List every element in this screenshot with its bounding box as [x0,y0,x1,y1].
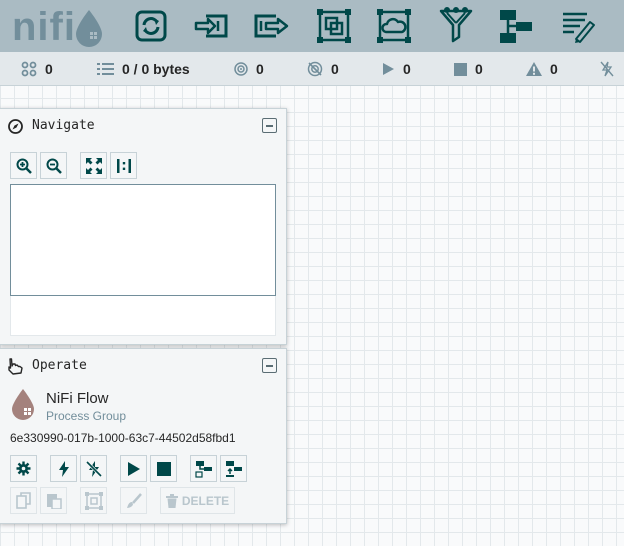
compass-icon [8,119,23,134]
transmitting-icon [234,62,248,76]
running-stat: 0 [382,52,411,86]
delete-button[interactable]: DELETE [160,487,235,514]
output-port-icon [254,14,289,38]
flow-status-bar: 0 0 / 0 bytes 0 0 0 0 0 [0,52,624,86]
component-type: Process Group [46,409,127,423]
funnel-icon [439,7,473,43]
operate-collapse-button[interactable] [262,358,277,373]
stop-icon [156,461,171,476]
enable-button[interactable] [50,455,77,482]
active-threads-icon [21,61,37,77]
zoom-out-button[interactable] [40,152,67,179]
transmitting-count: 0 [256,61,264,77]
start-button[interactable] [120,455,147,482]
group-button[interactable] [80,487,107,514]
zoom-out-icon [46,158,62,174]
navigate-title: Navigate [32,118,95,133]
component-id: 6e330990-017b-1000-63c7-44502d58fbd1 [10,431,236,445]
processor-tool[interactable] [131,6,171,46]
lightning-icon [58,460,69,477]
group-icon [84,491,103,510]
remote-process-group-tool[interactable] [374,6,414,46]
process-group-icon [317,9,351,43]
disabled-stat [600,52,622,86]
invalid-count: 0 [550,61,558,77]
queued-stat: 0 / 0 bytes [97,52,190,86]
create-template-icon [194,460,212,478]
birdseye-view[interactable] [10,184,276,296]
navigate-collapse-button[interactable] [262,118,277,133]
upload-template-icon [225,460,242,477]
pointer-hand-icon [8,358,23,375]
input-port-icon [194,14,228,38]
remote-process-group-icon [377,9,411,43]
process-group-tool[interactable] [314,6,354,46]
zoom-in-icon [16,158,32,174]
navigate-panel: Navigate [0,108,287,345]
delete-label: DELETE [181,493,230,508]
create-template-button[interactable] [190,455,217,482]
actual-size-button[interactable] [110,152,137,179]
running-count: 0 [403,61,411,77]
upload-template-button[interactable] [220,455,247,482]
gear-icon [16,461,31,476]
not-transmitting-icon [307,61,323,77]
fit-button[interactable] [80,152,107,179]
operate-panel: Operate NiFi Flow Process Group 6e330990… [0,348,287,524]
svg-text:nifi: nifi [12,5,76,48]
stopped-count: 0 [475,61,483,77]
template-tool[interactable] [496,6,536,46]
zoom-in-button[interactable] [10,152,37,179]
stop-button[interactable] [150,455,177,482]
paintbrush-icon [126,492,142,508]
paste-button[interactable] [40,487,67,514]
label-icon [563,12,595,43]
transmitting-stat: 0 [234,52,264,86]
operate-panel-header[interactable]: Operate [0,349,286,383]
warning-icon [526,62,542,76]
actual-size-icon [116,158,131,173]
processor-icon [135,10,167,42]
queued-list-icon [97,63,114,75]
output-port-tool[interactable] [252,6,292,46]
disable-button[interactable] [80,455,107,482]
not-transmitting-count: 0 [331,61,339,77]
invalid-stat: 0 [526,52,558,86]
navigate-panel-header[interactable]: Navigate [0,109,286,143]
label-tool[interactable] [558,6,598,46]
operate-title: Operate [32,358,87,373]
disable-lightning-icon [85,460,102,477]
paste-icon [46,494,62,509]
active-threads-count: 0 [45,61,53,77]
component-name: NiFi Flow [46,390,109,407]
disabled-bolt-icon [600,61,614,77]
template-icon [500,10,532,43]
running-icon [383,63,394,75]
expand-icon [85,157,102,174]
not-transmitting-stat: 0 [307,52,339,86]
queued-value: 0 / 0 bytes [122,61,190,77]
stopped-stat: 0 [454,52,483,86]
funnel-tool[interactable] [436,6,476,46]
configure-button[interactable] [10,455,37,482]
process-group-drop-icon [12,389,34,420]
trash-icon [165,493,178,508]
copy-button[interactable] [10,487,37,514]
color-button[interactable] [120,487,147,514]
play-icon [127,461,140,476]
nifi-logo: nifi [12,4,108,49]
global-header: nifi [0,0,624,52]
active-threads-stat: 0 [21,52,53,86]
input-port-tool[interactable] [191,6,231,46]
stopped-icon [454,62,467,76]
birdseye-view-footer [10,296,276,336]
copy-icon [15,492,31,509]
